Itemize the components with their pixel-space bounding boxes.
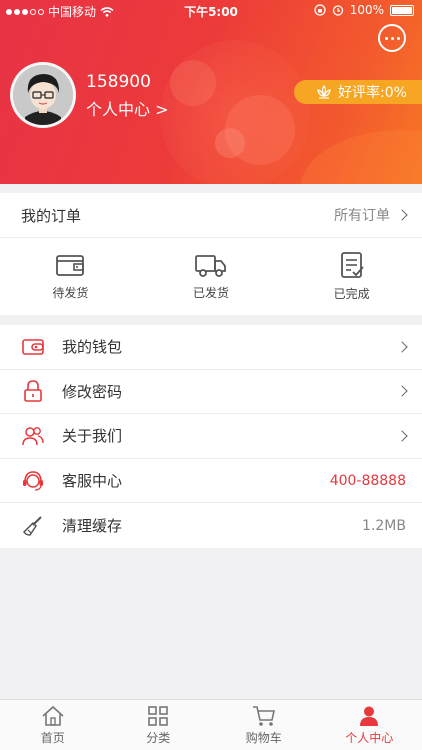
status-bar: 中国移动 下午5:00 100% <box>0 0 422 22</box>
alarm-icon <box>332 5 343 16</box>
menu-item-label: 修改密码 <box>62 382 123 401</box>
tab-label: 分类 <box>146 730 171 745</box>
battery-icon <box>390 4 414 16</box>
battery-percent: 100% <box>349 3 384 17</box>
cart-icon <box>252 705 275 726</box>
dot <box>384 36 388 40</box>
order-status-row: 待发货 已发货 已完成 <box>0 238 422 314</box>
menu-item-label: 关于我们 <box>62 427 123 446</box>
rating-text: 好评率:0% <box>338 85 407 101</box>
wallet-icon <box>56 254 85 276</box>
profile-page: 中国移动 下午5:00 100% 158900 个人中心 > 好评率:0% 我的… <box>0 0 422 750</box>
headset-icon <box>22 470 44 492</box>
tab-cart[interactable]: 购物车 <box>211 700 317 750</box>
menu-item-label: 客服中心 <box>62 472 123 491</box>
order-item-label: 已完成 <box>333 286 370 301</box>
decor-bubble <box>215 128 245 158</box>
avatar-illustration <box>13 65 73 125</box>
avatar[interactable] <box>10 62 76 128</box>
lock-icon <box>22 380 44 403</box>
dot <box>396 36 400 40</box>
menu-item-label: 我的钱包 <box>62 338 123 357</box>
cache-size: 1.2MB <box>362 517 406 534</box>
chevron-right-icon <box>396 430 408 442</box>
dot <box>390 36 394 40</box>
tab-label: 购物车 <box>245 730 282 745</box>
order-pending-shipment[interactable]: 待发货 <box>0 238 141 314</box>
menu-item-wallet[interactable]: 我的钱包 <box>0 325 422 370</box>
checklist-icon <box>340 251 364 278</box>
tab-home[interactable]: 首页 <box>0 700 106 750</box>
decor-bubble <box>170 60 216 106</box>
menu-item-label: 清理缓存 <box>62 517 123 536</box>
tab-profile[interactable]: 个人中心 <box>317 700 422 750</box>
chevron-right-icon <box>396 209 408 221</box>
orientation-lock-icon <box>314 4 326 16</box>
broom-icon <box>22 515 44 537</box>
service-phone[interactable]: 400-88888 <box>330 473 406 489</box>
settings-menu: 我的钱包 修改密码 关于我们 客服中心 400-88888 清理缓存 1.2MB <box>0 325 422 548</box>
profile-header: 中国移动 下午5:00 100% 158900 个人中心 > 好评率:0% <box>0 0 422 184</box>
all-orders-link[interactable]: 所有订单 <box>334 205 408 225</box>
tab-category[interactable]: 分类 <box>106 700 212 750</box>
orders-section: 我的订单 所有订单 待发货 已发货 已完成 <box>0 193 422 315</box>
people-icon <box>22 425 44 447</box>
tab-bar: 首页 分类 购物车 个人中心 <box>0 699 422 750</box>
status-right: 100% <box>314 3 414 17</box>
wallet-icon <box>22 336 44 358</box>
order-shipped[interactable]: 已发货 <box>141 238 282 314</box>
menu-item-change-password[interactable]: 修改密码 <box>0 370 422 415</box>
grid-icon <box>148 705 169 726</box>
rating-badge: 好评率:0% <box>294 80 422 104</box>
orders-header[interactable]: 我的订单 所有订单 <box>0 193 422 238</box>
order-completed[interactable]: 已完成 <box>281 238 422 314</box>
lotus-icon <box>317 85 331 99</box>
chevron-right-icon <box>396 385 408 398</box>
order-item-label: 已发货 <box>193 285 230 300</box>
all-orders-label: 所有订单 <box>334 208 390 224</box>
chevron-right-icon <box>396 341 408 353</box>
message-button[interactable] <box>378 24 406 52</box>
home-icon <box>42 705 64 726</box>
personal-center-link[interactable]: 个人中心 > <box>86 96 169 120</box>
menu-item-customer-service[interactable]: 客服中心 400-88888 <box>0 459 422 504</box>
orders-title: 我的订单 <box>21 206 82 225</box>
decor-bubble <box>300 130 422 184</box>
truck-icon <box>195 254 226 277</box>
person-icon <box>360 706 379 726</box>
order-item-label: 待发货 <box>52 285 89 300</box>
tab-label: 首页 <box>40 730 65 745</box>
username: 158900 <box>86 72 151 92</box>
menu-item-clear-cache[interactable]: 清理缓存 1.2MB <box>0 503 422 548</box>
menu-item-about-us[interactable]: 关于我们 <box>0 414 422 459</box>
tab-label: 个人中心 <box>345 730 394 745</box>
